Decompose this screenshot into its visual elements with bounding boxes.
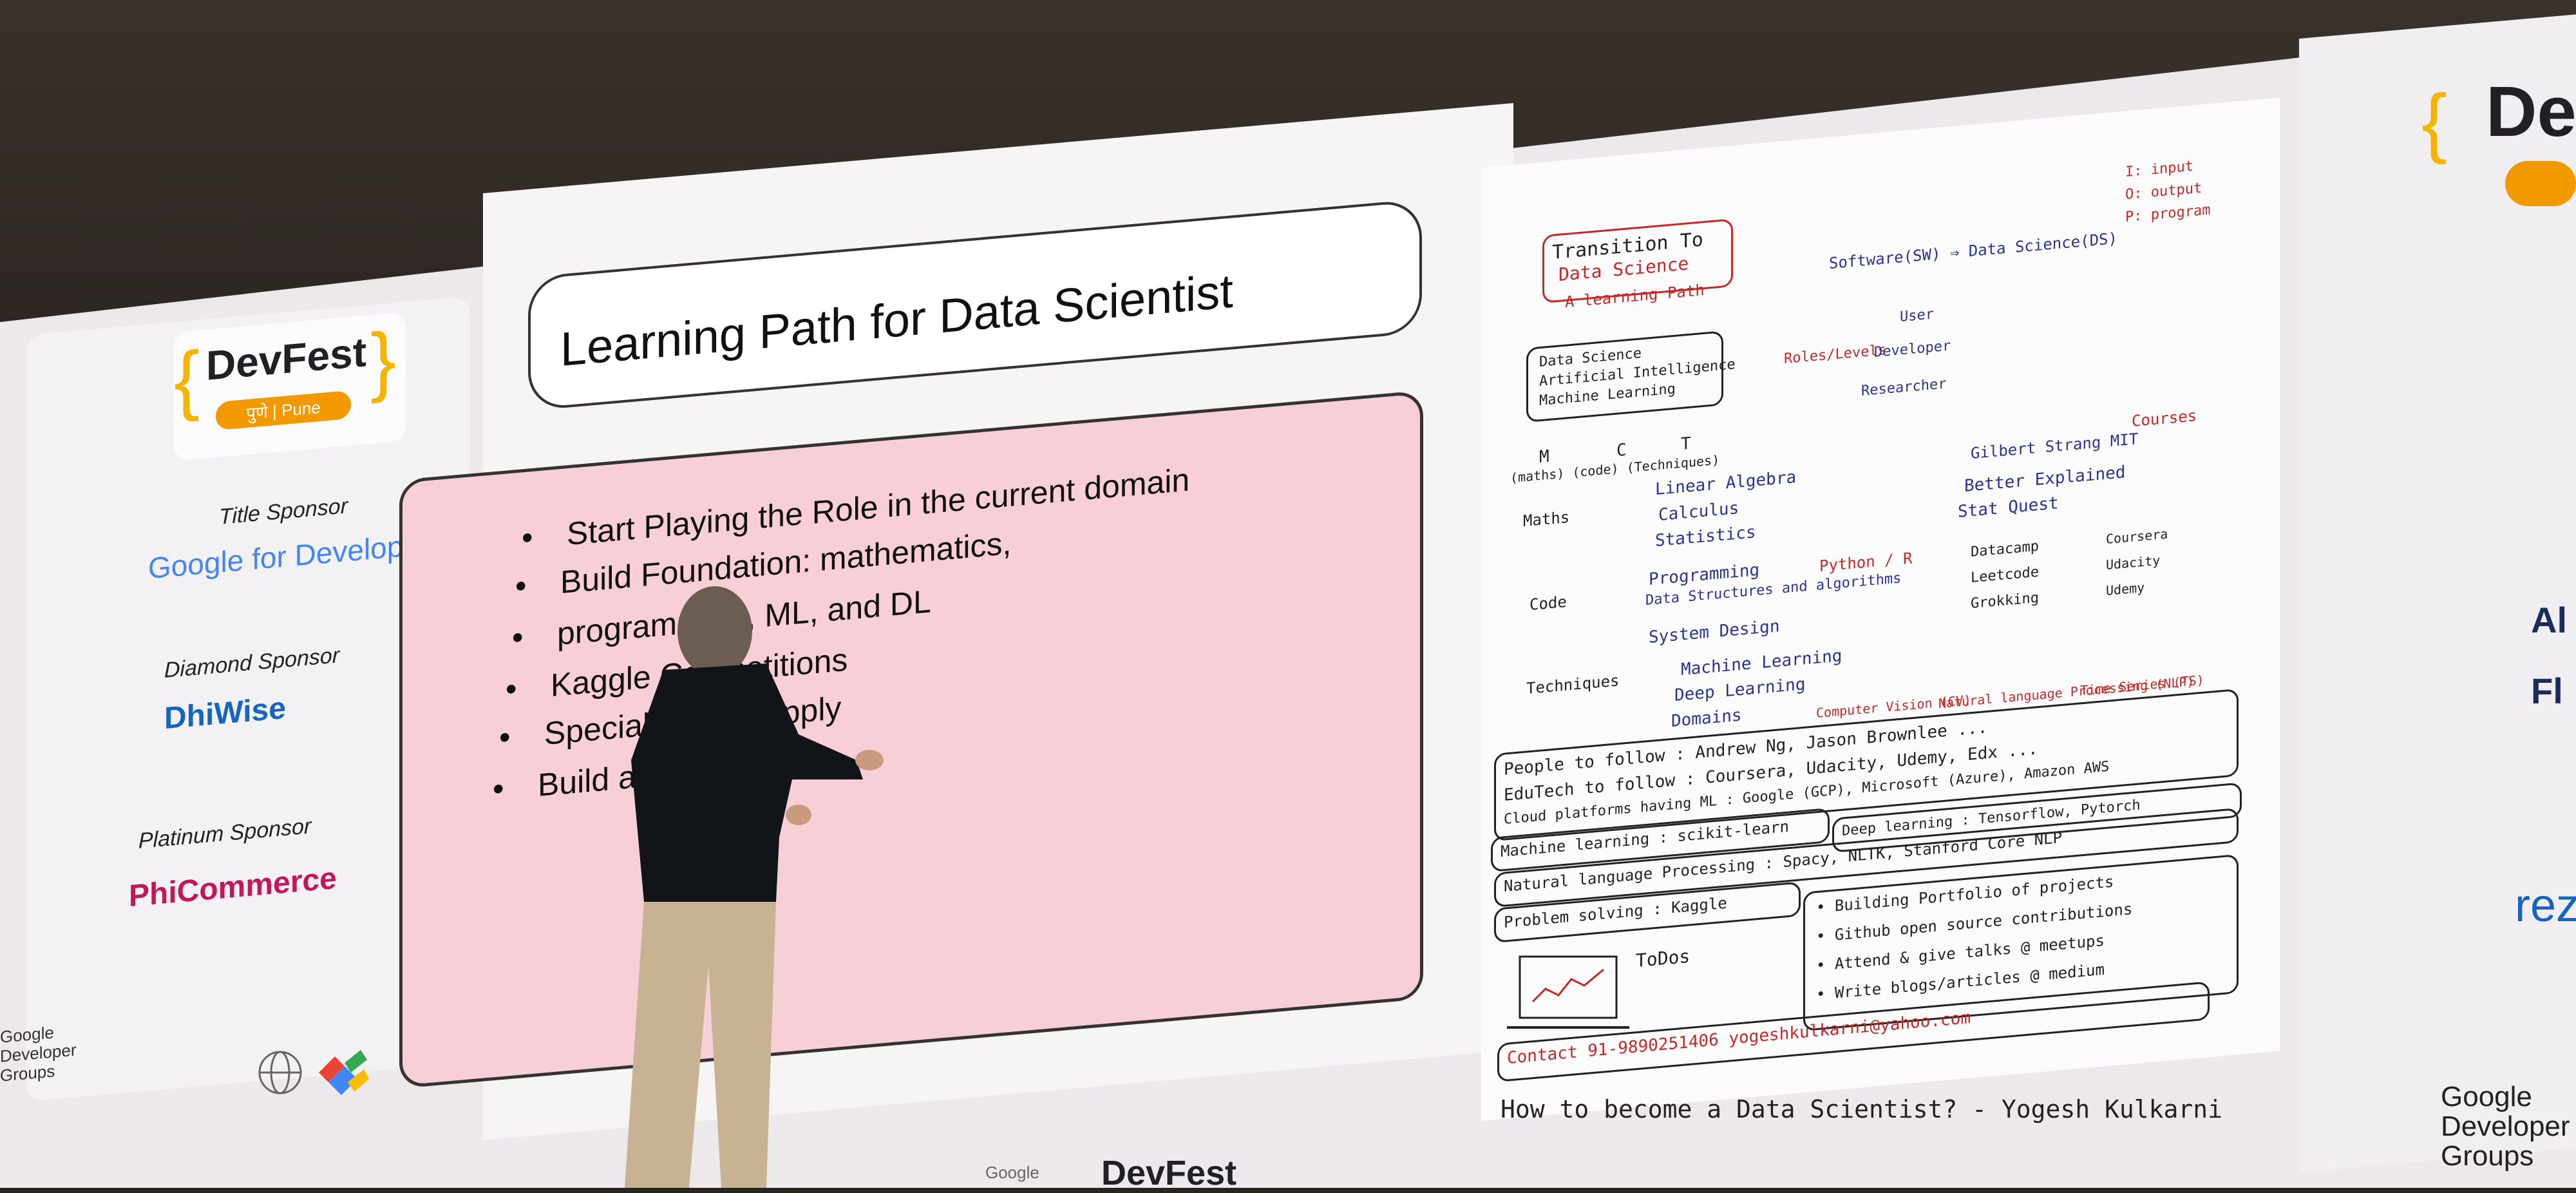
sketch-pillar-t: T — [1681, 434, 1691, 454]
right-devfest-partial: De — [2486, 72, 2576, 151]
laptop-icon — [1507, 955, 1629, 1029]
sketch-pillar-c: C — [1616, 440, 1627, 461]
gdg-logo-icon — [258, 1050, 369, 1095]
right-gdg-label: Google Developer Groups — [2441, 1081, 2570, 1172]
right-sponsor-f: Fl — [2531, 671, 2563, 711]
bottom-google-label: Google — [985, 1163, 1039, 1182]
brace-open-icon: { — [2421, 79, 2448, 165]
sketch-role-user: User — [1900, 306, 1934, 325]
bottom-devfest-logo: DevFest — [1101, 1154, 1237, 1192]
speaker-figure — [625, 586, 884, 1188]
sketch-pillar-m: M — [1539, 446, 1549, 467]
right-sponsor-a: Al — [2531, 600, 2567, 640]
sketch-caption: How to become a Data Scientist? - Yogesh… — [1501, 1095, 2223, 1123]
sketch-code-label: Code — [1530, 592, 1567, 614]
brace-close-icon: } — [370, 316, 397, 405]
right-devfest-badge — [2505, 161, 2576, 206]
gdg-label: Google Developer Groups — [0, 1022, 77, 1085]
right-sponsor-rez: rez — [2515, 880, 2576, 931]
brace-open-icon: { — [174, 335, 200, 424]
